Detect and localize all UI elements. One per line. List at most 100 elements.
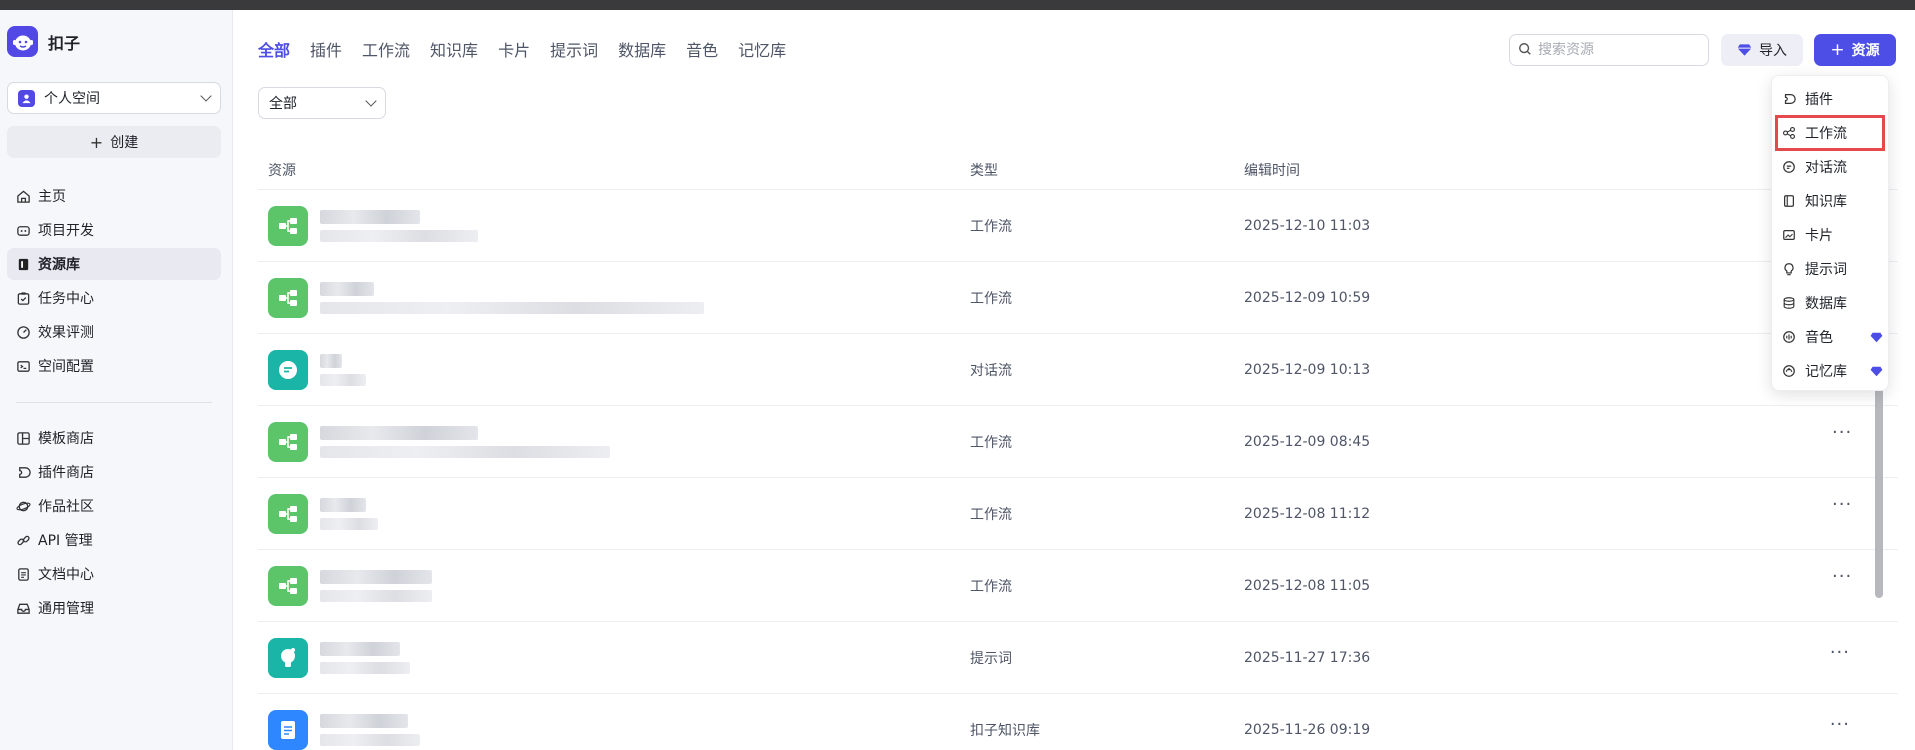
resource-cell [258, 205, 970, 246]
workflow-icon [268, 565, 308, 606]
table-row[interactable]: 对话流 2025-12-09 10:13 [258, 334, 1898, 406]
app-name: 扣子 [48, 33, 81, 53]
sidebar-item-template-store[interactable]: 模板商店 [7, 422, 221, 454]
resource-edit-time: 2025-12-08 11:05 [1244, 577, 1371, 594]
tab-workflow[interactable]: 工作流 [362, 40, 410, 62]
menu-item-workflow[interactable]: 工作流 [1775, 115, 1885, 151]
tab-all[interactable]: 全部 [258, 40, 290, 62]
resource-cell [258, 709, 970, 750]
menu-item-label: 卡片 [1805, 228, 1833, 244]
resource-name-redacted [320, 497, 378, 530]
more-options-icon[interactable]: ··· [1830, 716, 1850, 734]
chevron-down-icon [365, 95, 377, 107]
sidebar-item-label: 任务中心 [38, 291, 94, 307]
type-filter-select[interactable]: 全部 [258, 87, 386, 119]
menu-item-memory[interactable]: 记忆库 [1772, 354, 1888, 388]
sidebar-item-docs[interactable]: 文档中心 [7, 558, 221, 590]
resource-cell [258, 493, 970, 534]
sidebar-item-space-config[interactable]: 空间配置 [7, 350, 221, 382]
menu-item-prompt[interactable]: 提示词 [1772, 252, 1888, 286]
sidebar-item-plugin-store[interactable]: 插件商店 [7, 456, 221, 488]
tab-voice[interactable]: 音色 [686, 40, 718, 62]
plus-icon: + [89, 132, 104, 152]
resource-type: 工作流 [970, 290, 1012, 307]
tab-card[interactable]: 卡片 [498, 40, 530, 62]
resource-type: 工作流 [970, 218, 1012, 235]
menu-item-label: 音色 [1805, 330, 1833, 346]
header-type: 类型 [970, 162, 998, 179]
sidebar-item-projects[interactable]: 项目开发 [7, 214, 221, 246]
space-selector[interactable]: 个人空间 [7, 82, 221, 114]
sidebar-item-label: 作品社区 [38, 499, 94, 515]
menu-item-label: 数据库 [1805, 296, 1847, 312]
tab-knowledge[interactable]: 知识库 [430, 40, 478, 62]
menu-item-database[interactable]: 数据库 [1772, 286, 1888, 320]
coze-logo-icon [7, 26, 38, 57]
resource-name-redacted [320, 425, 610, 458]
sidebar-item-library[interactable]: 资源库 [7, 248, 221, 280]
add-resource-button[interactable]: + 资源 [1814, 34, 1896, 66]
sidebar-item-community[interactable]: 作品社区 [7, 490, 221, 522]
sidebar-item-label: 文档中心 [38, 567, 94, 583]
more-options-icon[interactable]: ··· [1830, 644, 1850, 662]
space-label: 个人空间 [44, 91, 100, 107]
tab-plugin[interactable]: 插件 [310, 40, 342, 62]
table-row[interactable]: 提示词 2025-11-27 17:36 ··· [258, 622, 1898, 694]
table-row[interactable]: 工作流 2025-12-09 10:59 [258, 262, 1898, 334]
database-icon [1781, 295, 1797, 311]
sidebar-item-home[interactable]: 主页 [7, 180, 221, 212]
table-row[interactable]: 工作流 2025-12-10 11:03 [258, 190, 1898, 262]
card-icon [1781, 227, 1797, 243]
brand[interactable]: 扣子 [7, 26, 80, 57]
table-row[interactable]: 工作流 2025-12-09 08:45 [258, 406, 1898, 478]
resource-type: 工作流 [970, 578, 1012, 595]
sidebar-item-general-admin[interactable]: 通用管理 [7, 592, 221, 624]
more-options-icon[interactable]: ··· [1832, 568, 1852, 586]
resource-edit-time: 2025-12-08 11:12 [1244, 505, 1371, 522]
tab-prompt[interactable]: 提示词 [550, 40, 598, 62]
workflow-icon [268, 205, 308, 246]
menu-item-chatflow[interactable]: 对话流 [1772, 150, 1888, 184]
menu-item-card[interactable]: 卡片 [1772, 218, 1888, 252]
search-box[interactable] [1509, 34, 1709, 66]
table-header: 资源 类型 编辑时间 [258, 150, 1898, 190]
resource-edit-time: 2025-11-27 17:36 [1244, 649, 1371, 666]
tab-memory[interactable]: 记忆库 [738, 40, 786, 62]
resource-name-redacted [320, 281, 704, 314]
header-resource: 资源 [268, 162, 296, 179]
voice-icon [1781, 329, 1797, 345]
more-options-icon[interactable]: ··· [1832, 496, 1852, 514]
resource-tabs: 全部 插件 工作流 知识库 卡片 提示词 数据库 音色 记忆库 [258, 40, 806, 62]
table-row[interactable]: 扣子知识库 2025-11-26 09:19 ··· [258, 694, 1898, 750]
sidebar-item-api[interactable]: API 管理 [7, 524, 221, 556]
menu-item-voice[interactable]: 音色 [1772, 320, 1888, 354]
resource-type: 工作流 [970, 506, 1012, 523]
import-button[interactable]: 导入 [1721, 34, 1803, 66]
menu-item-plugin[interactable]: 插件 [1772, 82, 1888, 116]
search-input[interactable] [1538, 42, 1698, 58]
link-icon [15, 532, 31, 548]
clipboard-icon [15, 290, 31, 306]
chat-icon [1781, 159, 1797, 175]
menu-item-knowledge[interactable]: 知识库 [1772, 184, 1888, 218]
create-button[interactable]: + 创建 [7, 126, 221, 158]
resource-cell [258, 421, 970, 462]
bulb-icon [268, 637, 308, 678]
sidebar-item-label: 插件商店 [38, 465, 94, 481]
search-icon [1518, 41, 1532, 60]
knowledge-icon [268, 709, 308, 750]
table-row[interactable]: 工作流 2025-12-08 11:12 [258, 478, 1898, 550]
sidebar-item-label: API 管理 [38, 533, 93, 549]
resource-table: 资源 类型 编辑时间 工作流 2025-12-10 11:03 工作流 2025… [258, 150, 1898, 750]
create-label: 创建 [110, 135, 139, 151]
sidebar-item-label: 资源库 [38, 257, 80, 273]
table-row[interactable]: 工作流 2025-12-08 11:05 [258, 550, 1898, 622]
tab-database[interactable]: 数据库 [618, 40, 666, 62]
resource-edit-time: 2025-11-26 09:19 [1244, 721, 1371, 738]
resource-edit-time: 2025-12-09 08:45 [1244, 433, 1371, 450]
sidebar-item-tasks[interactable]: 任务中心 [7, 282, 221, 314]
template-icon [15, 430, 31, 446]
more-options-icon[interactable]: ··· [1832, 424, 1852, 442]
sidebar-item-evaluation[interactable]: 效果评测 [7, 316, 221, 348]
memory-icon [1781, 363, 1797, 379]
